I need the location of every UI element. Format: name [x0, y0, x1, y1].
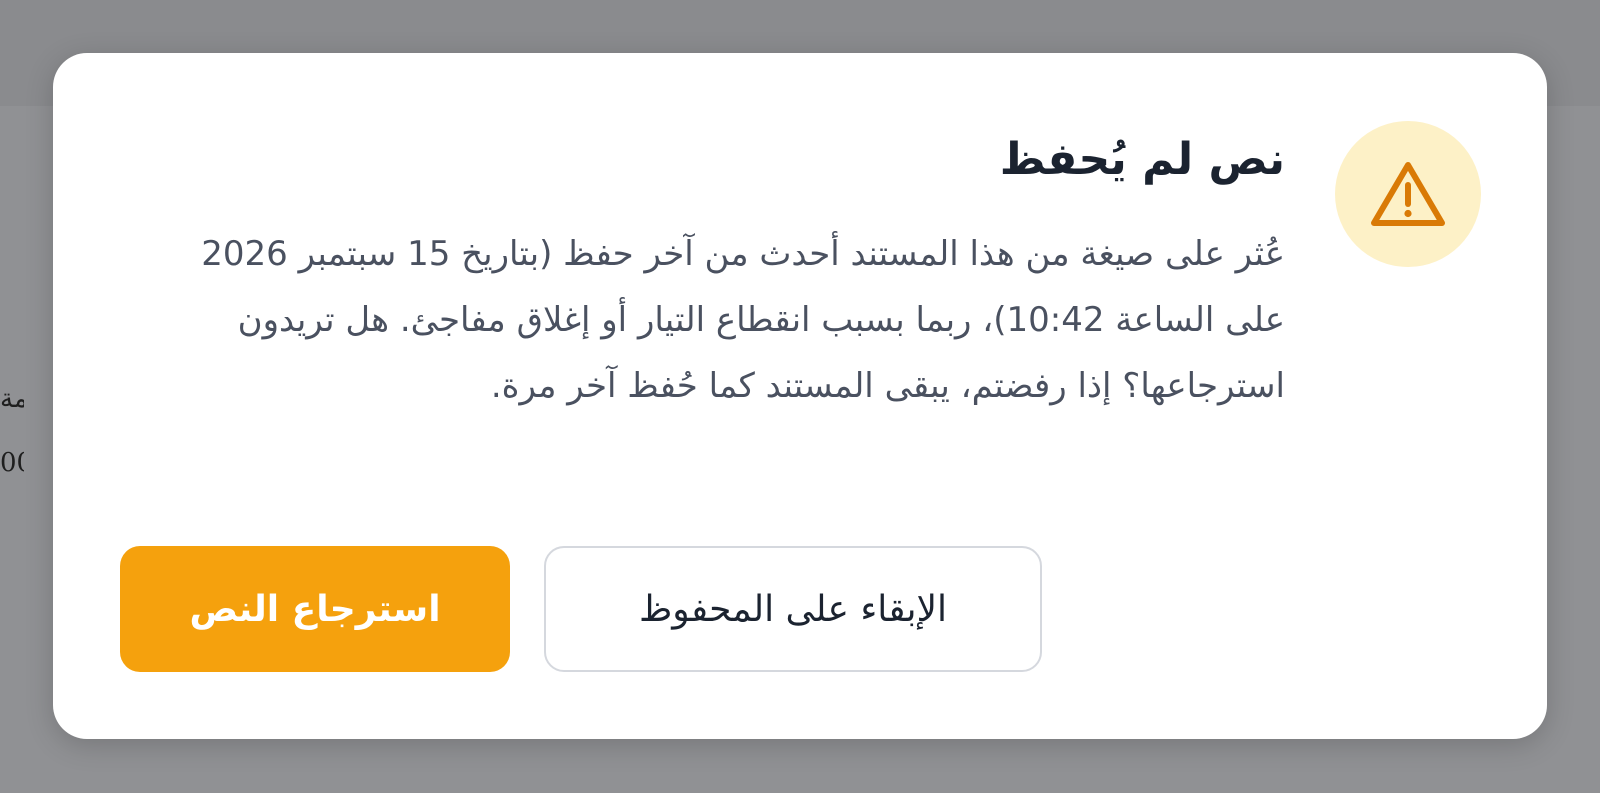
background-document-text: 00 0: [0, 448, 24, 478]
restore-text-button[interactable]: استرجاع النص: [120, 546, 510, 672]
warning-badge: [1335, 121, 1481, 267]
keep-saved-button[interactable]: الإبقاء على المحفوظ: [544, 546, 1042, 672]
dialog-title: نص لم يُحفظ: [999, 134, 1285, 185]
unsaved-text-dialog: نص لم يُحفظ عُثر على صيغة من هذا المستند…: [53, 53, 1547, 739]
warning-triangle-icon: [1371, 162, 1445, 226]
background-document-text: الحكمة: [0, 384, 24, 414]
dialog-message: عُثر على صيغة من هذا المستند أحدث من آخر…: [201, 234, 1285, 406]
